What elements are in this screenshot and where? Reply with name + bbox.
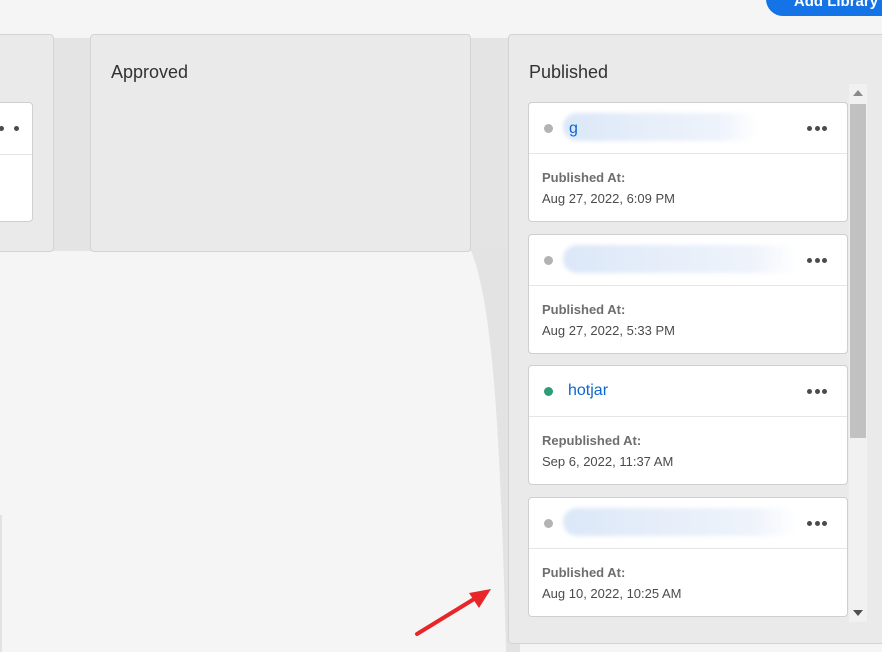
library-card[interactable]: g Published At: Aug 27, 2022, 6:09 PM	[528, 102, 848, 222]
scrollbar-thumb[interactable]	[850, 104, 866, 438]
card-date: Aug 10, 2022, 10:25 AM	[542, 586, 682, 601]
more-horizontal-icon[interactable]	[807, 384, 827, 398]
column-title-published: Published	[529, 62, 609, 82]
status-dot-icon	[544, 256, 553, 265]
library-name-link[interactable]: hotjar	[568, 382, 608, 400]
more-horizontal-icon[interactable]	[807, 253, 827, 267]
status-dot-icon	[544, 387, 553, 396]
card-header: g	[529, 103, 847, 154]
card-divider	[0, 154, 32, 155]
column-approved: Approved	[90, 34, 471, 252]
chevron-up-icon[interactable]	[853, 90, 863, 96]
chevron-down-icon[interactable]	[853, 610, 863, 616]
card-label: Published At:	[542, 565, 626, 580]
library-name-link[interactable]: g	[569, 120, 578, 138]
card-label: Published At:	[542, 302, 626, 317]
card-date: Aug 27, 2022, 6:09 PM	[542, 191, 675, 206]
status-dot-icon	[544, 519, 553, 528]
card-header	[529, 235, 847, 286]
red-arrow-annotation	[415, 589, 491, 636]
card-label: Published At:	[542, 170, 626, 185]
library-card[interactable]: Published At: Aug 27, 2022, 5:33 PM	[528, 234, 848, 354]
redacted-name	[563, 245, 798, 273]
more-horizontal-icon[interactable]	[807, 516, 827, 530]
more-horizontal-icon[interactable]	[807, 121, 827, 135]
card-date: Aug 27, 2022, 5:33 PM	[542, 323, 675, 338]
card-label: Republished At:	[542, 433, 642, 448]
more-horizontal-icon[interactable]	[0, 121, 19, 135]
card-header: hotjar	[529, 366, 847, 417]
library-card[interactable]: hotjar Republished At: Sep 6, 2022, 11:3…	[528, 365, 848, 485]
column-title-approved: Approved	[111, 62, 189, 82]
library-card[interactable]: Published At: Aug 10, 2022, 10:25 AM	[528, 497, 848, 617]
card-date: Sep 6, 2022, 11:37 AM	[542, 454, 674, 469]
card-header	[529, 498, 847, 549]
left-partial-card[interactable]	[0, 102, 33, 222]
status-dot-icon	[544, 124, 553, 133]
add-library-button[interactable]: Add Library	[766, 0, 882, 16]
redacted-name	[563, 113, 758, 141]
published-scrollbar[interactable]	[849, 84, 867, 622]
redacted-name	[563, 508, 798, 536]
